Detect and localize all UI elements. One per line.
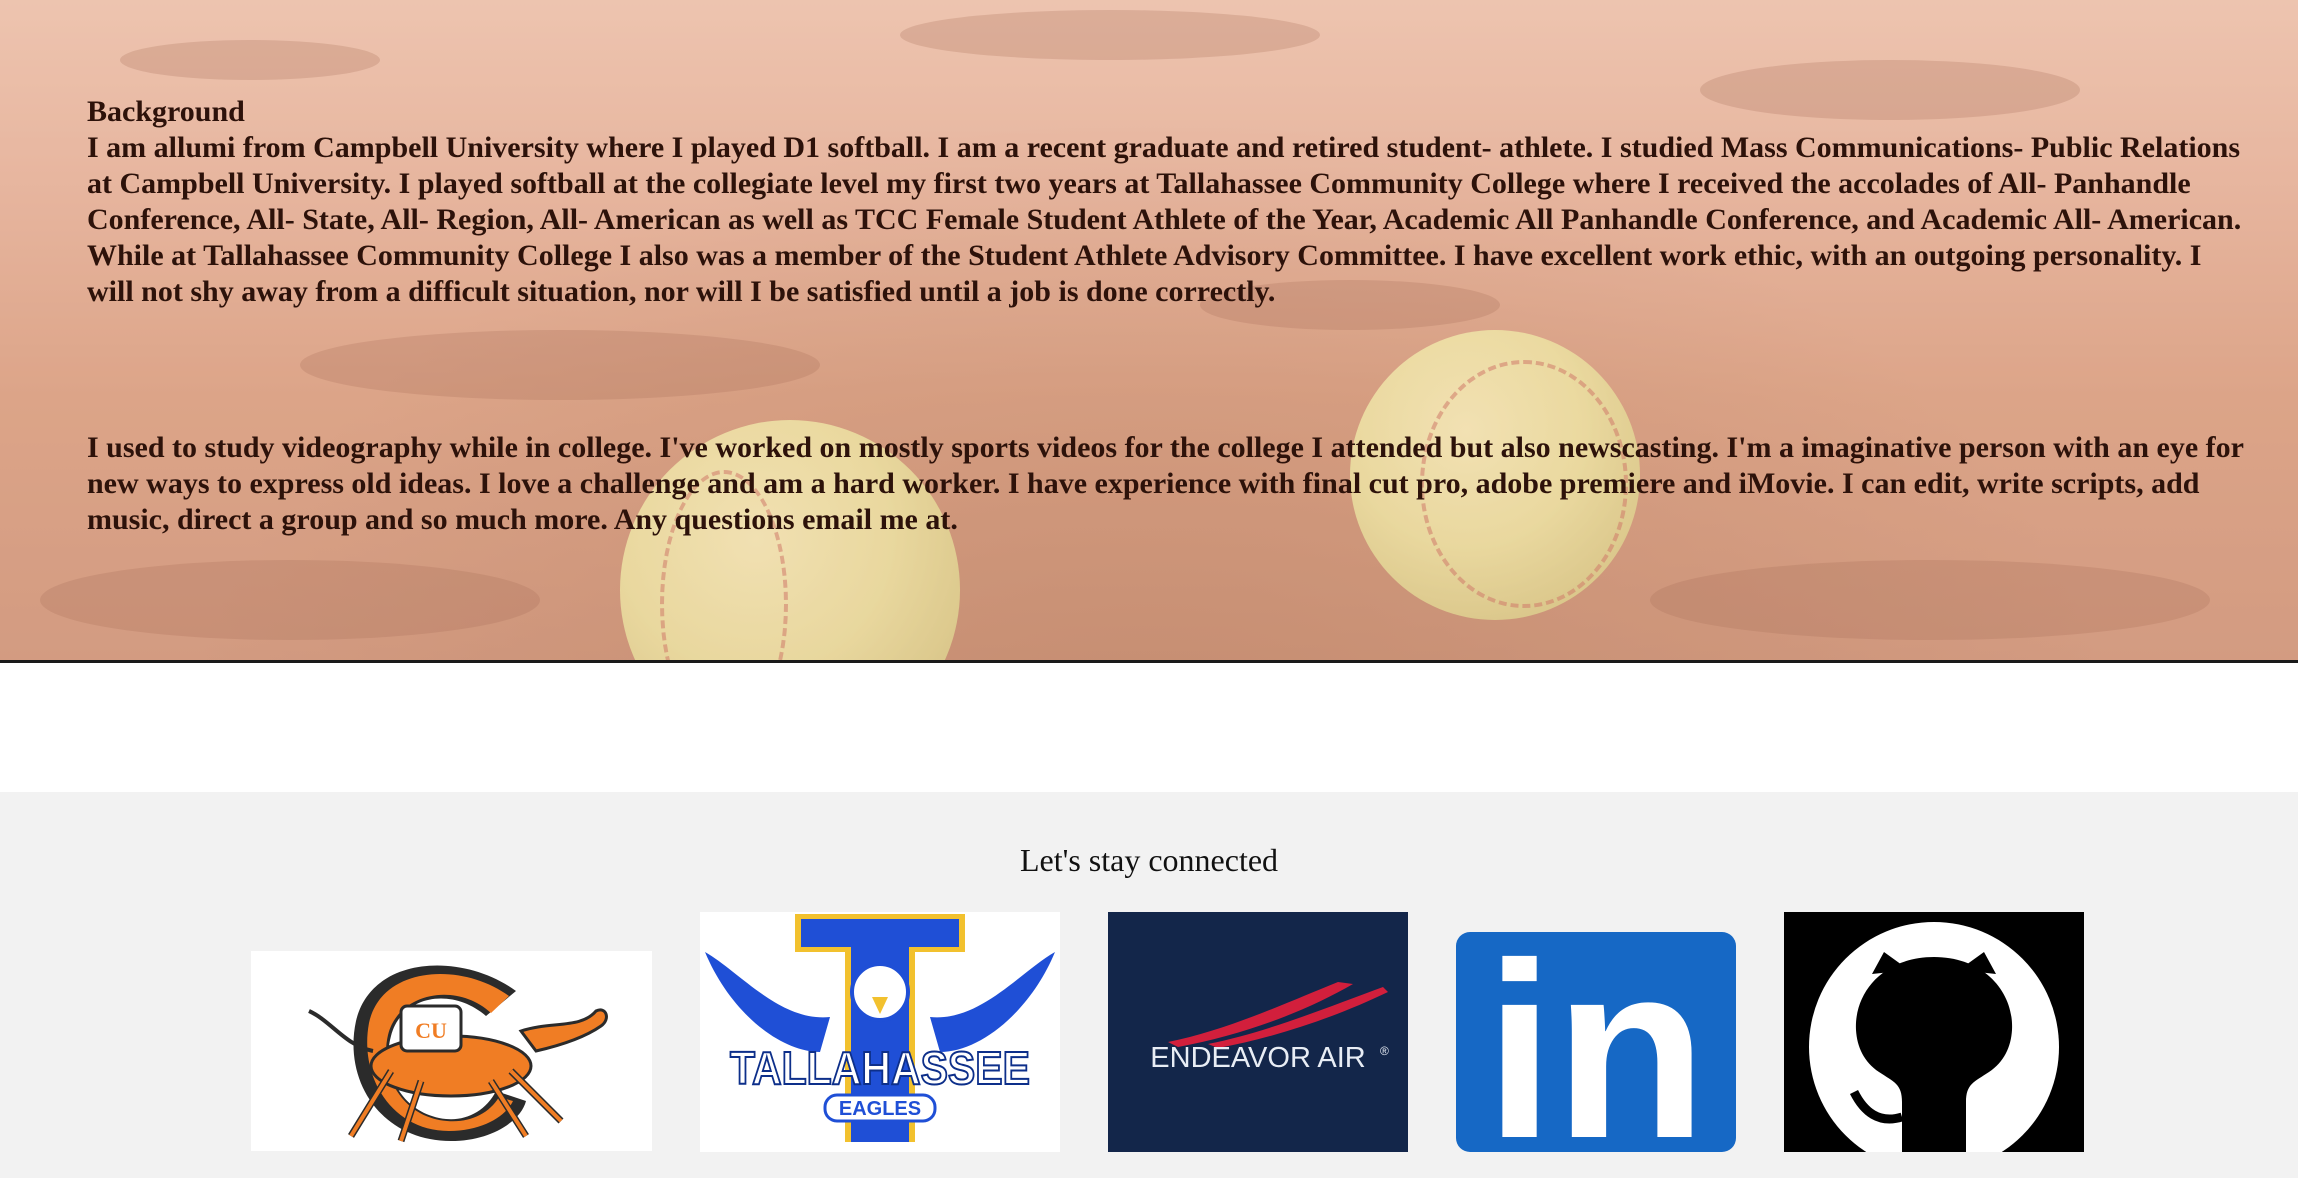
linkedin-wordmark: in: [1485, 932, 1707, 1152]
github-logo-link[interactable]: [1784, 912, 2084, 1152]
tallahassee-eagles-text: EAGLES: [839, 1098, 921, 1120]
endeavor-wordmark: ENDEAVOR AIR: [1150, 1042, 1365, 1074]
campbell-camel-icon: CU: [308, 965, 608, 1143]
campbell-letters: CU: [415, 1018, 447, 1043]
endeavor-air-logo-link[interactable]: ENDEAVOR AIR ®: [1108, 912, 1408, 1152]
tallahassee-eagle-icon: TALLAHASSEE EAGLES: [705, 914, 1055, 1142]
hero-section: Background I am allumi from Campbell Uni…: [0, 0, 2298, 663]
linkedin-logo-link[interactable]: in: [1456, 932, 1736, 1152]
tallahassee-logo-link[interactable]: TALLAHASSEE EAGLES: [700, 912, 1060, 1152]
footer-title: Let's stay connected: [1019, 842, 1279, 878]
bio-text: Background I am allumi from Campbell Uni…: [87, 94, 2247, 538]
bio-paragraph: I am allumi from Campbell University whe…: [87, 131, 2242, 308]
tallahassee-wordmark: TALLAHASSEE: [730, 1042, 1030, 1094]
campbell-logo-link[interactable]: CU: [251, 951, 652, 1151]
bio-paragraph: I used to study videography while in col…: [87, 431, 2244, 536]
endeavor-air-icon: ENDEAVOR AIR ®: [1150, 982, 1389, 1074]
bio-heading: Background: [87, 95, 245, 128]
github-octocat-icon: [1809, 922, 2059, 1152]
footer: Let's stay connected CU TALLAHASSEE EAGL…: [0, 792, 2298, 1178]
registered-mark: ®: [1380, 1044, 1389, 1058]
linkedin-icon: in: [1485, 932, 1707, 1152]
